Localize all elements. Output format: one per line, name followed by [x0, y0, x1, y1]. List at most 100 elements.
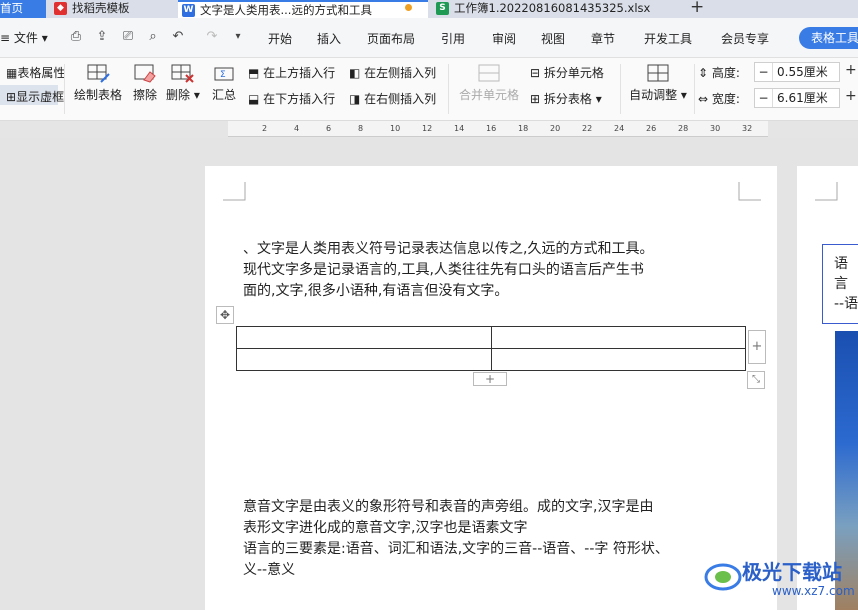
document-table[interactable] [236, 326, 746, 371]
undo-icon[interactable]: ↶ [170, 29, 186, 45]
horizontal-ruler[interactable]: 2 4 6 8 10 12 14 16 18 20 22 24 26 28 30… [228, 121, 768, 137]
insert-row-above-icon: ⬒ [248, 66, 260, 80]
width-decrement-button[interactable]: − [755, 89, 773, 107]
height-value[interactable]: 0.55厘米 [777, 63, 828, 81]
tab-spreadsheet[interactable]: S 工作簿1.20220816081435325.xlsx [432, 0, 682, 18]
ruler-tick: 2 [262, 124, 268, 133]
table-properties-button[interactable]: ▦表格属性 [6, 64, 65, 81]
merge-cells-button[interactable]: 合并单元格 [458, 62, 520, 103]
erase-label: 擦除 [132, 88, 157, 102]
margin-corner-mark [738, 182, 761, 201]
menu-view[interactable]: 视图 [541, 30, 565, 47]
summary-button[interactable]: Σ 汇总 [208, 62, 240, 103]
table-cell[interactable] [236, 326, 492, 349]
merge-cells-icon [478, 64, 500, 82]
text-box[interactable]: 语言 --语 [822, 244, 858, 324]
watermark-url: www.xz7.com [772, 584, 855, 598]
new-tab-button[interactable]: + [690, 0, 704, 17]
watermark-logo-icon [704, 563, 742, 591]
paragraph-line[interactable]: 意音文字是由表义的象形符号和表音的声旁组。成的文字,汉字是由 [243, 497, 653, 518]
menu-table-tools[interactable]: 表格工具 [799, 27, 858, 49]
height-spinner[interactable]: − 0.55厘米 [754, 62, 840, 82]
menu-member[interactable]: 会员专享 [721, 30, 769, 47]
print-preview-icon[interactable]: ⌕ [145, 29, 161, 45]
tab-template-label: 找稻壳模板 [72, 1, 130, 15]
split-table-icon: ⊞ [530, 92, 541, 106]
margin-corner-mark [223, 182, 246, 201]
unsaved-dot-icon [405, 4, 412, 11]
export-icon[interactable]: ⇪ [94, 29, 110, 45]
width-value[interactable]: 6.61厘米 [777, 89, 828, 107]
paragraph-line[interactable]: 、文字是人类用表义符号记录表达信息以传之,久远的方式和工具。 [243, 239, 653, 260]
auto-adjust-label: 自动调整 [629, 88, 678, 102]
tab-strip: 首页 ◆ 找稻壳模板 W 文字是人类用表...远的方式和工具 S 工作簿1.20… [0, 0, 858, 18]
table-cell[interactable] [490, 348, 746, 371]
delete-button[interactable]: 删除 ▾ [166, 62, 200, 103]
paragraph-line[interactable]: 义--意义 [243, 560, 295, 581]
insert-col-left-button[interactable]: ◧ 在左侧插入列 [349, 64, 436, 81]
ruler-tick: 28 [678, 124, 689, 133]
customize-chevron-icon[interactable]: ▾ [230, 29, 246, 45]
show-borders-icon: ⊞ [6, 90, 17, 104]
ribbon-divider [620, 64, 621, 114]
paragraph-line[interactable]: 面的,文字,很多小语种,有语言但没有文字。 [243, 281, 508, 302]
insert-col-left-label: 在左侧插入列 [364, 66, 437, 80]
tab-home-label: 首页 [0, 1, 23, 15]
paragraph-line[interactable]: 语言的三要素是:语音、词汇和语法,文字的三音--语音、--字 符形状、 [243, 539, 669, 560]
table-cell[interactable] [490, 326, 746, 349]
split-table-button[interactable]: ⊞ 拆分表格 ▾ [530, 90, 602, 107]
width-label-text: 宽度: [711, 92, 740, 106]
add-row-button[interactable]: + [473, 372, 507, 386]
insert-row-below-icon: ⬓ [248, 92, 260, 106]
menu-page-layout[interactable]: 页面布局 [367, 30, 415, 47]
menu-developer[interactable]: 开发工具 [644, 30, 692, 47]
height-increment-button[interactable]: + [845, 62, 857, 78]
split-cells-label: 拆分单元格 [543, 66, 604, 80]
paragraph-line[interactable]: 现代文字多是记录语言的,工具,人类往往先有口头的语言后产生书 [243, 260, 644, 281]
draw-table-label: 绘制表格 [73, 88, 122, 102]
split-cells-button[interactable]: ⊟ 拆分单元格 [530, 64, 604, 81]
insert-col-right-button[interactable]: ◨ 在右侧插入列 [349, 90, 436, 107]
auto-adjust-icon [647, 64, 669, 82]
auto-adjust-button[interactable]: 自动调整 ▾ [628, 62, 688, 103]
table-row [236, 326, 746, 349]
paragraph-line[interactable]: 表形文字进化成的意音文字,汉字也是语素文字 [243, 518, 527, 539]
table-cell[interactable] [236, 348, 492, 371]
tab-template[interactable]: ◆ 找稻壳模板 [50, 0, 170, 18]
menu-insert[interactable]: 插入 [317, 30, 341, 47]
table-move-handle-icon[interactable]: ✥ [216, 306, 234, 324]
table-properties-icon: ▦ [6, 66, 18, 80]
next-page[interactable]: 语言 --语 [797, 166, 858, 610]
spreadsheet-icon: S [436, 2, 449, 15]
document-canvas[interactable]: 、文字是人类用表义符号记录表达信息以传之,久远的方式和工具。 现代文字多是记录语… [0, 138, 858, 610]
menu-home[interactable]: 开始 [268, 30, 292, 47]
show-borders-button[interactable]: ⊞显示虚框 [6, 88, 64, 105]
height-decrement-button[interactable]: − [755, 63, 773, 81]
ribbon-divider [64, 64, 65, 114]
file-menu[interactable]: ≡ 文件 ▾ [0, 29, 48, 46]
menu-section[interactable]: 章节 [591, 30, 615, 47]
print-icon[interactable]: ⎚ [120, 29, 136, 45]
menu-review[interactable]: 审阅 [492, 30, 516, 47]
table-resize-icon[interactable]: ⤡ [747, 371, 765, 389]
insert-row-below-button[interactable]: ⬓ 在下方插入行 [248, 90, 335, 107]
show-borders-label: 显示虚框 [16, 90, 65, 104]
draw-table-icon [87, 64, 110, 83]
menu-references[interactable]: 引用 [441, 30, 465, 47]
width-spinner[interactable]: − 6.61厘米 [754, 88, 840, 108]
split-cells-icon: ⊟ [530, 66, 541, 80]
add-column-button[interactable]: + [748, 330, 766, 364]
tab-document-label: 文字是人类用表...远的方式和工具 [200, 3, 372, 17]
tab-document[interactable]: W 文字是人类用表...远的方式和工具 [178, 0, 428, 18]
insert-row-above-button[interactable]: ⬒ 在上方插入行 [248, 64, 335, 81]
erase-button[interactable]: 擦除 [130, 62, 160, 103]
tab-home[interactable]: 首页 [0, 0, 46, 18]
save-icon[interactable]: ⎙ [68, 29, 84, 45]
draw-table-button[interactable]: 绘制表格 [72, 62, 124, 103]
document-page[interactable]: 、文字是人类用表义符号记录表达信息以传之,久远的方式和工具。 现代文字多是记录语… [205, 166, 777, 610]
summary-icon: Σ [214, 67, 234, 81]
width-increment-button[interactable]: + [845, 88, 857, 104]
watermark-name: 极光下载站 [742, 560, 842, 584]
table-properties-label: 表格属性 [17, 66, 66, 80]
redo-icon[interactable]: ↷ [204, 29, 220, 45]
